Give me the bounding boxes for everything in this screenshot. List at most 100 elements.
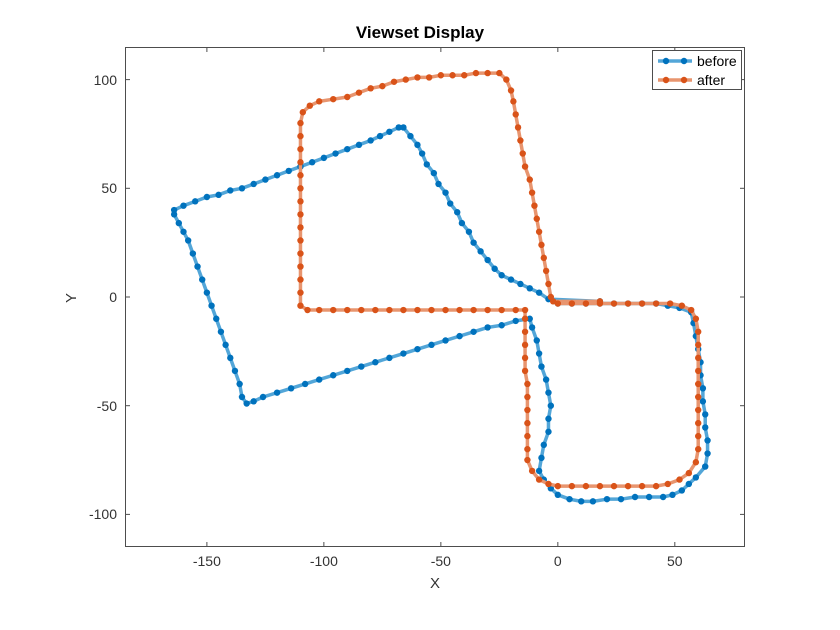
series-after-marker — [611, 483, 617, 489]
legend-label: after — [697, 72, 725, 88]
series-before-marker — [344, 368, 350, 374]
series-after-marker — [344, 307, 350, 313]
series-before-marker — [372, 359, 378, 365]
series-after-marker — [653, 483, 659, 489]
series-after-marker — [456, 307, 462, 313]
series-after-marker — [372, 307, 378, 313]
series-before-marker — [536, 350, 542, 356]
series-before-marker — [536, 289, 542, 295]
series-after-marker — [693, 459, 699, 465]
legend-label: before — [697, 53, 737, 69]
series-after-marker — [534, 216, 540, 222]
series-after-line — [300, 73, 698, 486]
series-after-marker — [316, 307, 322, 313]
series-after-marker — [297, 159, 303, 165]
series-before-marker — [536, 468, 542, 474]
series-after-marker — [297, 211, 303, 217]
series-before-marker — [470, 329, 476, 335]
series-after-marker — [597, 483, 603, 489]
series-before-marker — [669, 492, 675, 498]
series-after-marker — [344, 94, 350, 100]
series-before-marker — [407, 133, 413, 139]
series-after-marker — [695, 394, 701, 400]
series-after-marker — [358, 307, 364, 313]
figure: Viewset Display X Y -150-100-50050 -100-… — [0, 0, 840, 630]
series-after-marker — [531, 202, 537, 208]
series-before-marker — [442, 189, 448, 195]
series-after-marker — [517, 137, 523, 143]
series-before-marker — [330, 372, 336, 378]
series-before-marker — [700, 398, 706, 404]
series-before-marker — [517, 281, 523, 287]
series-after-marker — [543, 268, 549, 274]
series-after-marker — [297, 172, 303, 178]
series-after-marker — [676, 476, 682, 482]
series-after-marker — [297, 133, 303, 139]
series-before-marker — [377, 133, 383, 139]
series-after-marker — [695, 407, 701, 413]
series-after-marker — [426, 74, 432, 80]
series-before-marker — [204, 194, 210, 200]
series-before-marker — [367, 137, 373, 143]
series-after-marker — [297, 237, 303, 243]
series-before-marker — [442, 337, 448, 343]
series-after-marker — [330, 96, 336, 102]
series-after-marker — [498, 307, 504, 313]
series-before-marker — [555, 492, 561, 498]
series-before-marker — [618, 496, 624, 502]
series-after-marker — [356, 89, 362, 95]
series-after-marker — [695, 446, 701, 452]
series-before-marker — [534, 337, 540, 343]
series-after-marker — [529, 468, 535, 474]
series-after-marker — [300, 109, 306, 115]
series-before-marker — [192, 198, 198, 204]
series-after-marker — [510, 98, 516, 104]
series-after-marker — [679, 302, 685, 308]
series-before-marker — [428, 342, 434, 348]
series-before-marker — [302, 381, 308, 387]
series-before-marker — [400, 124, 406, 130]
series-after-marker — [625, 483, 631, 489]
series-after-marker — [583, 483, 589, 489]
series-after-marker — [524, 420, 530, 426]
series-after-marker — [503, 76, 509, 82]
series-after-marker — [665, 481, 671, 487]
series-before-marker — [470, 239, 476, 245]
series-before-marker — [274, 172, 280, 178]
series-before-marker — [176, 220, 182, 226]
series-before-marker — [541, 442, 547, 448]
series-before-marker — [498, 272, 504, 278]
series-before-marker — [218, 329, 224, 335]
series-after-marker — [569, 483, 575, 489]
series-before-marker — [204, 289, 210, 295]
series-before-marker — [686, 481, 692, 487]
series-before-marker — [316, 376, 322, 382]
series-before-marker — [414, 142, 420, 148]
series-before-marker — [431, 170, 437, 176]
series-after-marker — [508, 87, 514, 93]
series-after-marker — [541, 255, 547, 261]
series-after-marker — [695, 355, 701, 361]
series-before-marker — [679, 487, 685, 493]
series-before-marker — [215, 192, 221, 198]
series-before-marker — [321, 155, 327, 161]
series-before-marker — [232, 368, 238, 374]
series-after-marker — [297, 302, 303, 308]
series-before-marker — [243, 400, 249, 406]
series-before-marker — [545, 429, 551, 435]
series-before-marker — [260, 394, 266, 400]
series-before-marker — [498, 322, 504, 328]
series-after-marker — [414, 307, 420, 313]
series-before-marker — [459, 220, 465, 226]
series-after-marker — [569, 300, 575, 306]
series-after-marker — [297, 146, 303, 152]
series-before-marker — [222, 342, 228, 348]
legend-swatch-icon — [657, 54, 693, 68]
series-after-marker — [522, 342, 528, 348]
series-after-marker — [555, 483, 561, 489]
series-before-marker — [386, 129, 392, 135]
series-after-marker — [513, 111, 519, 117]
series-before-marker — [646, 494, 652, 500]
series-after-marker — [522, 163, 528, 169]
series-after-marker — [545, 281, 551, 287]
